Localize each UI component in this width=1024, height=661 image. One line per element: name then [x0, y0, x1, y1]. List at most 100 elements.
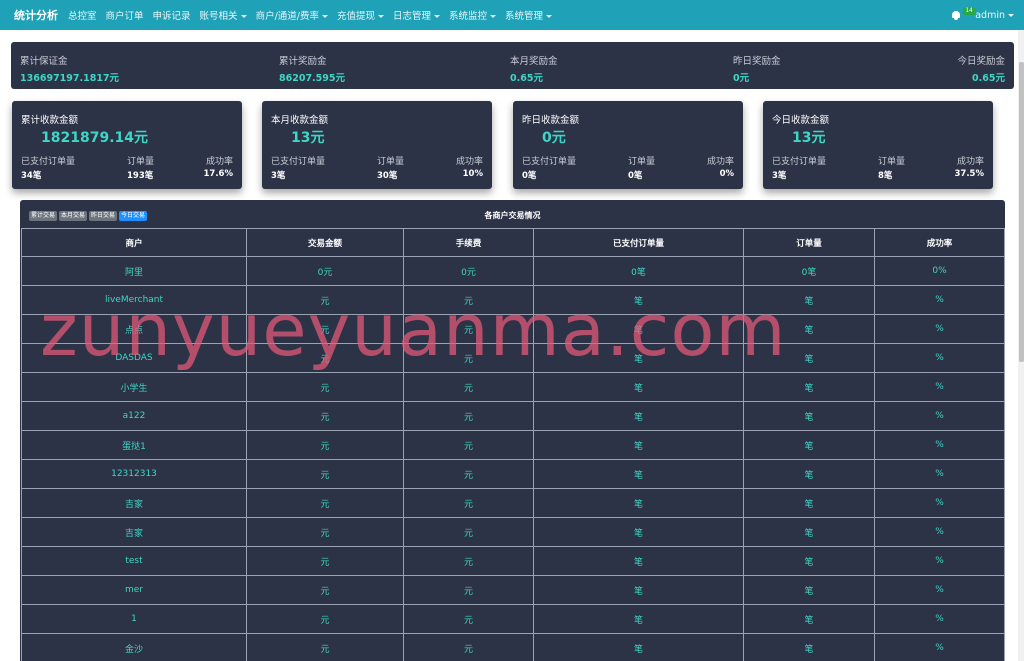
- table-cell: 笔: [743, 430, 875, 460]
- nav-item[interactable]: 日志管理: [393, 8, 440, 22]
- period-tab[interactable]: 今日交易: [119, 211, 148, 221]
- card-title: 昨日收款金额: [522, 115, 580, 126]
- chevron-down-icon: [434, 15, 440, 18]
- table-row: 12312313 元元笔笔%: [21, 459, 1005, 489]
- table-cell: 元: [403, 401, 534, 431]
- nav-item[interactable]: 总控室: [68, 8, 97, 22]
- summary-value: 0.65元: [972, 73, 1005, 84]
- table-cell: mer: [21, 575, 247, 605]
- table-cell: 1: [21, 604, 247, 634]
- table-row: mer 元元笔笔%: [21, 575, 1005, 605]
- nav-item[interactable]: 系统管理: [505, 8, 553, 22]
- summary-item: 昨日奖励金 0元: [733, 53, 781, 84]
- summary-item: 累计保证金 136697197.1817元: [20, 53, 119, 84]
- nav-item[interactable]: 商户/通道/费率: [256, 8, 328, 22]
- period-tab[interactable]: 本月交易: [59, 211, 88, 221]
- table-cell: 0笔: [743, 256, 875, 286]
- table-cell: %: [874, 314, 1005, 344]
- nav-item[interactable]: 账号相关: [200, 8, 247, 22]
- table-cell: 金沙: [21, 633, 247, 661]
- card-rate-value: 10%: [462, 169, 483, 179]
- table-cell: 元: [403, 575, 534, 605]
- table-cell: 笔: [743, 401, 875, 431]
- table-cell: 吉家: [21, 488, 247, 518]
- table-cell: 笔: [533, 401, 744, 431]
- stat-card-month: 本月收款金额 13元 已支付订单量 订单量 成功率 3笔 30笔 10%: [262, 101, 492, 189]
- notification-badge: 14: [963, 6, 975, 15]
- table-cell: 笔: [533, 488, 744, 518]
- table-cell: 元: [403, 604, 534, 634]
- card-rate-label: 成功率: [706, 157, 734, 167]
- table-cell: 元: [403, 488, 534, 518]
- table-row: liveMerchant 元元笔笔%: [21, 285, 1005, 315]
- card-rate-value: 37.5%: [954, 169, 985, 179]
- card-rate-label: 成功率: [455, 157, 483, 167]
- table-cell: 元: [403, 372, 534, 402]
- bell-icon[interactable]: 14: [951, 6, 975, 21]
- table-cell: 小学生: [21, 372, 247, 402]
- table-cell: 元: [403, 343, 534, 373]
- card-rate-label: 成功率: [956, 157, 984, 167]
- table-row: 吉家元元笔笔%: [21, 517, 1005, 547]
- nav-item-label: 充值提现: [336, 11, 375, 22]
- table-cell: 笔: [743, 459, 875, 489]
- table-cell: 笔: [743, 546, 875, 576]
- user-menu[interactable]: admin: [975, 10, 1014, 21]
- nav-item-label: 申诉记录: [152, 11, 191, 22]
- table-cell: 笔: [533, 372, 744, 402]
- table-cell: %: [874, 285, 1005, 315]
- card-amount: 1821879.14元: [41, 130, 148, 146]
- column-header: 商户: [21, 228, 247, 257]
- nav-item[interactable]: 商户订单: [106, 8, 144, 22]
- nav-item[interactable]: 系统监控: [449, 8, 497, 22]
- table-row: 小学生元元笔笔%: [21, 372, 1005, 402]
- table-cell: 元: [246, 546, 404, 576]
- column-header: 交易金额: [246, 228, 404, 257]
- table-row: test 元元笔笔%: [21, 546, 1005, 576]
- table-cell: %: [874, 343, 1005, 373]
- column-header: 已支付订单量: [533, 228, 744, 257]
- summary-item: 累计奖励金 86207.595元: [279, 53, 345, 84]
- card-rate-value: 17.6%: [203, 169, 234, 179]
- table-cell: 笔: [743, 633, 875, 661]
- table-cell: 元: [403, 546, 534, 576]
- table-cell: 12312313: [21, 459, 247, 489]
- summary-label: 本月奖励金: [510, 56, 558, 67]
- table-row: 蛋挞1 元元笔笔%: [21, 430, 1005, 460]
- summary-label: 累计奖励金: [279, 56, 327, 67]
- nav-item[interactable]: 充值提现: [337, 8, 384, 22]
- merchant-table: 商户 交易金额 手续费 已支付订单量 订单量 成功率 阿里 0元 0元 0笔 0笔 0% liveMe…: [21, 228, 1005, 661]
- card-orders-label: 订单量: [127, 157, 155, 167]
- table-cell: 笔: [533, 517, 744, 547]
- table-cell: 元: [403, 517, 534, 547]
- table-cell: 0元: [246, 256, 404, 286]
- card-paid-value: 3笔: [772, 171, 787, 181]
- scrollbar-thumb[interactable]: [1019, 62, 1024, 362]
- table-cell: %: [874, 546, 1005, 576]
- table-cell: %: [874, 488, 1005, 518]
- page-scrollbar[interactable]: [1018, 30, 1024, 661]
- table-cell: DASDAS: [21, 343, 247, 373]
- table-cell: 笔: [533, 546, 744, 576]
- summary-label: 今日奖励金: [957, 56, 1005, 67]
- card-orders-value: 193笔: [127, 171, 154, 181]
- table-cell: 笔: [533, 430, 744, 460]
- table-cell: 元: [246, 633, 404, 661]
- stat-card-total: 累计收款金额 1821879.14元 已支付订单量 订单量 成功率 34笔 19…: [12, 101, 242, 189]
- table-cell: 元: [246, 372, 404, 402]
- nav-item[interactable]: 申诉记录: [153, 8, 191, 22]
- stat-card-yesterday: 昨日收款金额 0元 已支付订单量 订单量 成功率 0笔 0笔 0%: [513, 101, 743, 189]
- period-tab[interactable]: 昨日交易: [89, 211, 118, 221]
- panel-title: 各商户交易情况: [484, 211, 541, 220]
- period-tabs: 累计交易 本月交易 昨日交易 今日交易: [29, 211, 149, 221]
- card-rate-value: 0%: [719, 169, 734, 179]
- chevron-down-icon: [321, 15, 328, 18]
- chevron-down-icon: [1008, 13, 1014, 17]
- table-cell: 元: [403, 285, 534, 315]
- summary-bar: 累计保证金 136697197.1817元 累计奖励金 86207.595元 本…: [11, 42, 1014, 89]
- chevron-down-icon: [377, 15, 384, 18]
- nav-brand[interactable]: 统计分析: [14, 7, 58, 23]
- card-paid-value: 34笔: [21, 171, 42, 181]
- period-tab[interactable]: 累计交易: [29, 211, 58, 221]
- table-cell: 笔: [743, 285, 875, 315]
